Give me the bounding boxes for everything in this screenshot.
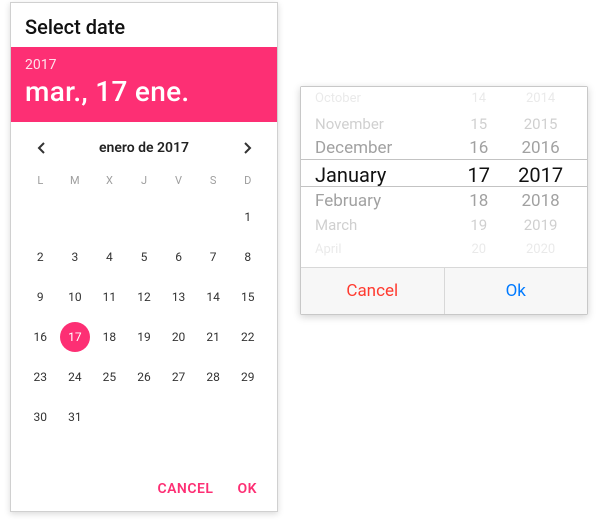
prev-month-button[interactable] xyxy=(29,136,53,160)
wheel-item: 16 xyxy=(453,136,504,161)
calendar-day[interactable]: 25 xyxy=(92,357,127,397)
calendar-day[interactable]: 11 xyxy=(92,277,127,317)
calendar-day[interactable]: 5 xyxy=(127,237,162,277)
current-month-label: enero de 2017 xyxy=(99,140,189,156)
weekday-header: M xyxy=(58,168,93,197)
wheel-item: 2020 xyxy=(504,238,577,260)
calendar-day[interactable]: 15 xyxy=(230,277,265,317)
calendar-day[interactable]: 27 xyxy=(161,357,196,397)
calendar-day[interactable]: 17 xyxy=(58,317,93,357)
chevron-left-icon xyxy=(37,142,46,154)
wheel-item: December xyxy=(315,136,453,161)
weekday-header: D xyxy=(230,168,265,197)
wheel-item: 20 xyxy=(453,238,504,260)
selected-date-text: mar., 17 ene. xyxy=(25,75,263,108)
wheel-item: April xyxy=(315,238,453,260)
selected-year[interactable]: 2017 xyxy=(25,57,263,73)
ios-date-picker: OctoberNovemberDecemberJanuaryFebruaryMa… xyxy=(300,86,588,315)
weekday-header: X xyxy=(92,168,127,197)
ok-button[interactable]: OK xyxy=(237,481,257,497)
calendar-blank xyxy=(58,197,93,237)
wheel-item: 2019 xyxy=(504,213,577,238)
wheel-item: 15 xyxy=(453,112,504,137)
wheel-item: 19 xyxy=(453,213,504,238)
wheel-item: January xyxy=(315,161,453,189)
wheel-item: 2014 xyxy=(504,87,577,112)
wheel-item: 2016 xyxy=(504,136,577,161)
calendar-day[interactable]: 4 xyxy=(92,237,127,277)
weekday-header: J xyxy=(127,168,162,197)
wheel-item: February xyxy=(315,189,453,214)
calendar-day[interactable]: 2 xyxy=(23,237,58,277)
month-navigation: enero de 2017 xyxy=(11,122,277,166)
calendar-day[interactable]: 23 xyxy=(23,357,58,397)
calendar-blank xyxy=(161,197,196,237)
wheel-item: 14 xyxy=(453,87,504,112)
calendar-day[interactable]: 8 xyxy=(230,237,265,277)
calendar-day[interactable]: 31 xyxy=(58,397,93,437)
dialog-title: Select date xyxy=(11,3,277,47)
picker-wheel-area: OctoberNovemberDecemberJanuaryFebruaryMa… xyxy=(301,87,587,259)
calendar-day[interactable]: 18 xyxy=(92,317,127,357)
calendar-day[interactable]: 3 xyxy=(58,237,93,277)
picker-actions: Cancel Ok xyxy=(301,267,587,314)
dialog-actions: CANCEL OK xyxy=(11,471,277,511)
wheel-item: October xyxy=(315,87,453,112)
weekday-header: V xyxy=(161,168,196,197)
calendar-grid: LMXJVSD123456789101112131415161718192021… xyxy=(11,166,277,441)
weekday-header: L xyxy=(23,168,58,197)
calendar-day[interactable]: 16 xyxy=(23,317,58,357)
day-wheel[interactable]: 14151617181920 xyxy=(453,87,504,259)
cancel-button[interactable]: CANCEL xyxy=(157,481,213,497)
calendar-day[interactable]: 7 xyxy=(196,237,231,277)
calendar-day[interactable]: 10 xyxy=(58,277,93,317)
calendar-day[interactable]: 6 xyxy=(161,237,196,277)
calendar-day[interactable]: 26 xyxy=(127,357,162,397)
calendar-day[interactable]: 1 xyxy=(230,197,265,237)
year-wheel[interactable]: 2014201520162017201820192020 xyxy=(504,87,587,259)
calendar-blank xyxy=(92,197,127,237)
calendar-day[interactable]: 29 xyxy=(230,357,265,397)
calendar-day[interactable]: 19 xyxy=(127,317,162,357)
wheel-item: 2017 xyxy=(504,161,577,189)
calendar-blank xyxy=(127,197,162,237)
next-month-button[interactable] xyxy=(235,136,259,160)
calendar-day[interactable]: 24 xyxy=(58,357,93,397)
wheel-item: 2015 xyxy=(504,112,577,137)
wheel-item: 18 xyxy=(453,189,504,214)
wheel-item: November xyxy=(315,112,453,137)
wheel-item: 17 xyxy=(453,161,504,189)
cancel-button[interactable]: Cancel xyxy=(301,268,445,314)
weekday-header: S xyxy=(196,168,231,197)
wheel-item: 2018 xyxy=(504,189,577,214)
calendar-day[interactable]: 12 xyxy=(127,277,162,317)
calendar-day[interactable]: 9 xyxy=(23,277,58,317)
calendar-day[interactable]: 20 xyxy=(161,317,196,357)
calendar-day[interactable]: 14 xyxy=(196,277,231,317)
calendar-day[interactable]: 13 xyxy=(161,277,196,317)
wheel-item: March xyxy=(315,213,453,238)
calendar-day[interactable]: 22 xyxy=(230,317,265,357)
ok-button[interactable]: Ok xyxy=(445,268,588,314)
calendar-day[interactable]: 21 xyxy=(196,317,231,357)
calendar-blank xyxy=(23,197,58,237)
month-wheel[interactable]: OctoberNovemberDecemberJanuaryFebruaryMa… xyxy=(301,87,453,259)
calendar-blank xyxy=(196,197,231,237)
android-date-picker: Select date 2017 mar., 17 ene. enero de … xyxy=(10,2,278,512)
chevron-right-icon xyxy=(243,142,252,154)
calendar-day[interactable]: 28 xyxy=(196,357,231,397)
selected-date-header: 2017 mar., 17 ene. xyxy=(11,47,277,122)
calendar-day[interactable]: 30 xyxy=(23,397,58,437)
